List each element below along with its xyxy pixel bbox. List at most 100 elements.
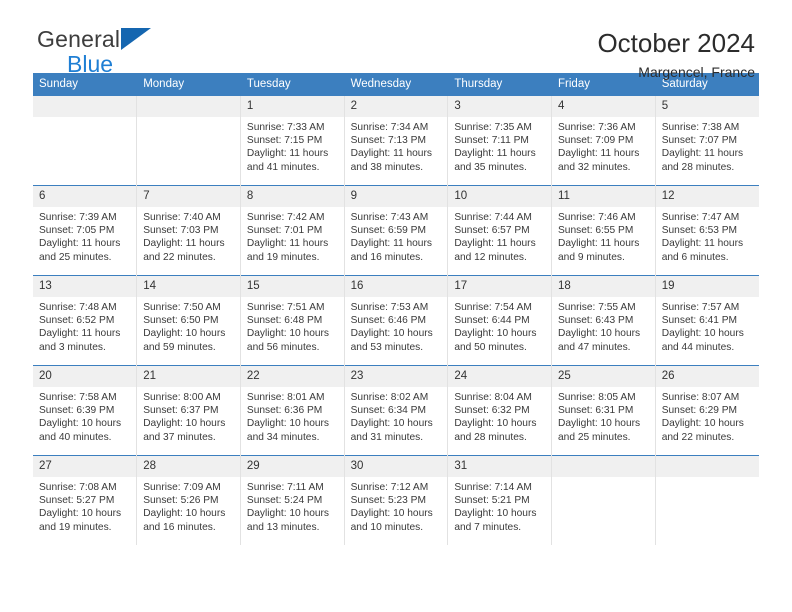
sunset-text: Sunset: 7:15 PM bbox=[246, 135, 323, 147]
daylight-text: Daylight: 11 hours and 19 minutes. bbox=[246, 238, 329, 263]
sunset-text: Sunset: 6:39 PM bbox=[39, 405, 115, 417]
sunset-text: Sunset: 6:50 PM bbox=[143, 315, 219, 327]
calendar-day-cell[interactable]: 6 Sunrise: 7:39 AM Sunset: 7:05 PM Daylight… bbox=[33, 185, 138, 276]
day-number: 9 bbox=[344, 186, 448, 207]
daylight-text: Daylight: 10 hours and 28 minutes. bbox=[454, 418, 537, 443]
day-number: 3 bbox=[448, 96, 552, 117]
day-details: Sunrise: 7:46 AM Sunset: 6:55 PM Daylight:… bbox=[552, 207, 655, 264]
calendar-body: 1 Sunrise: 7:33 AM Sunset: 7:15 PM Daylight… bbox=[33, 96, 759, 545]
daylight-text: Daylight: 10 hours and 7 minutes. bbox=[454, 508, 537, 533]
calendar-week-row: 13 Sunrise: 7:48 AM Sunset: 6:52 PM Dayligh… bbox=[33, 275, 759, 366]
calendar-day-cell[interactable]: 1 Sunrise: 7:33 AM Sunset: 7:15 PM Daylight… bbox=[240, 96, 345, 186]
sunset-text: Sunset: 6:36 PM bbox=[246, 405, 323, 417]
calendar-day-cell[interactable]: 19 Sunrise: 7:57 AM Sunset: 6:41 PM Dayligh… bbox=[655, 275, 759, 366]
sunrise-text: Sunrise: 8:05 AM bbox=[558, 392, 636, 403]
calendar-day-cell[interactable]: 23 Sunrise: 8:02 AM Sunset: 6:34 PM Dayligh… bbox=[344, 365, 449, 456]
calendar-day-cell[interactable]: 14 Sunrise: 7:50 AM Sunset: 6:50 PM Dayligh… bbox=[136, 275, 241, 366]
sunset-text: Sunset: 6:31 PM bbox=[558, 405, 634, 417]
calendar-day-cell[interactable]: 17 Sunrise: 7:54 AM Sunset: 6:44 PM Dayligh… bbox=[447, 275, 553, 366]
sunrise-text: Sunrise: 7:58 AM bbox=[39, 392, 117, 403]
calendar-day-cell[interactable]: 16 Sunrise: 7:53 AM Sunset: 6:46 PM Dayligh… bbox=[344, 275, 449, 366]
daylight-text: Daylight: 11 hours and 6 minutes. bbox=[661, 238, 744, 263]
day-number: 13 bbox=[33, 276, 137, 297]
sunrise-text: Sunrise: 7:36 AM bbox=[558, 122, 636, 133]
sunset-text: Sunset: 6:37 PM bbox=[143, 405, 219, 417]
calendar-day-cell[interactable]: 12 Sunrise: 7:47 AM Sunset: 6:53 PM Dayligh… bbox=[655, 185, 759, 276]
calendar-day-cell[interactable]: 2 Sunrise: 7:34 AM Sunset: 7:13 PM Daylight… bbox=[344, 96, 449, 186]
weekday-header-tuesday: Tuesday bbox=[240, 73, 345, 96]
calendar-day-cell[interactable]: 3 Sunrise: 7:35 AM Sunset: 7:11 PM Daylight… bbox=[447, 96, 553, 186]
day-details: Sunrise: 7:34 AM Sunset: 7:13 PM Daylight:… bbox=[345, 117, 448, 174]
daylight-text: Daylight: 10 hours and 44 minutes. bbox=[661, 328, 744, 353]
sunrise-text: Sunrise: 7:51 AM bbox=[246, 302, 325, 313]
calendar-day-cell[interactable]: 20 Sunrise: 7:58 AM Sunset: 6:39 PM Dayligh… bbox=[33, 365, 138, 456]
day-number: 27 bbox=[33, 456, 137, 477]
calendar-page: General Blue October 2024 Margencel, Fra… bbox=[0, 0, 792, 612]
logo-word-blue: Blue bbox=[67, 51, 114, 77]
calendar-day-cell[interactable]: 29 Sunrise: 7:11 AM Sunset: 5:24 PM Dayligh… bbox=[240, 455, 345, 545]
day-number: 30 bbox=[344, 456, 448, 477]
calendar-day-cell[interactable]: 13 Sunrise: 7:48 AM Sunset: 6:52 PM Dayligh… bbox=[33, 275, 138, 366]
daylight-text: Daylight: 11 hours and 38 minutes. bbox=[350, 148, 432, 173]
daylight-text: Daylight: 10 hours and 40 minutes. bbox=[39, 418, 122, 443]
calendar-day-cell[interactable]: 27 Sunrise: 7:08 AM Sunset: 5:27 PM Dayligh… bbox=[33, 455, 138, 545]
day-details: Sunrise: 7:39 AM Sunset: 7:05 PM Daylight:… bbox=[33, 207, 136, 264]
calendar-day-cell[interactable]: 21 Sunrise: 8:00 AM Sunset: 6:37 PM Dayligh… bbox=[136, 365, 241, 456]
sunset-text: Sunset: 7:09 PM bbox=[558, 135, 634, 147]
calendar-day-cell[interactable]: 7 Sunrise: 7:40 AM Sunset: 7:03 PM Daylight… bbox=[136, 185, 241, 276]
day-details: Sunrise: 7:33 AM Sunset: 7:15 PM Daylight:… bbox=[241, 117, 344, 174]
sunset-text: Sunset: 6:53 PM bbox=[661, 225, 738, 237]
calendar-day-cell[interactable]: 18 Sunrise: 7:55 AM Sunset: 6:43 PM Dayligh… bbox=[551, 275, 656, 366]
daylight-text: Daylight: 10 hours and 13 minutes. bbox=[246, 508, 330, 533]
day-number bbox=[33, 96, 137, 117]
day-details: Sunrise: 7:40 AM Sunset: 7:03 PM Daylight:… bbox=[137, 207, 240, 264]
daylight-text: Daylight: 10 hours and 47 minutes. bbox=[558, 328, 641, 353]
day-details: Sunrise: 8:02 AM Sunset: 6:34 PM Daylight:… bbox=[345, 387, 448, 444]
calendar-day-cell[interactable]: 15 Sunrise: 7:51 AM Sunset: 6:48 PM Dayligh… bbox=[240, 275, 345, 366]
title-block: October 2024 Margencel, France bbox=[597, 28, 755, 81]
sunset-text: Sunset: 6:44 PM bbox=[454, 315, 530, 327]
calendar-day-cell[interactable]: 11 Sunrise: 7:46 AM Sunset: 6:55 PM Dayligh… bbox=[551, 185, 656, 276]
calendar-day-cell[interactable]: 30 Sunrise: 7:12 AM Sunset: 5:23 PM Dayligh… bbox=[344, 455, 449, 545]
daylight-text: Daylight: 10 hours and 56 minutes. bbox=[246, 328, 330, 353]
calendar-day-cell[interactable]: 10 Sunrise: 7:44 AM Sunset: 6:57 PM Dayligh… bbox=[447, 185, 553, 276]
sunrise-text: Sunrise: 8:02 AM bbox=[350, 392, 429, 403]
calendar-day-cell-empty bbox=[136, 96, 241, 186]
calendar-day-cell-empty bbox=[655, 455, 759, 545]
sunset-text: Sunset: 6:52 PM bbox=[39, 315, 115, 327]
page-subtitle: Margencel, France bbox=[638, 64, 755, 80]
page-title: October 2024 bbox=[597, 28, 755, 58]
calendar-day-cell[interactable]: 8 Sunrise: 7:42 AM Sunset: 7:01 PM Daylight… bbox=[240, 185, 345, 276]
calendar-day-cell[interactable]: 26 Sunrise: 8:07 AM Sunset: 6:29 PM Dayligh… bbox=[655, 365, 759, 456]
calendar-table: Sunday Monday Tuesday Wednesday Thursday… bbox=[33, 73, 759, 545]
day-number: 10 bbox=[448, 186, 552, 207]
sunset-text: Sunset: 5:26 PM bbox=[143, 495, 219, 507]
sunrise-text: Sunrise: 7:38 AM bbox=[661, 122, 740, 133]
weekday-header-monday: Monday bbox=[136, 73, 241, 96]
calendar-day-cell[interactable]: 25 Sunrise: 8:05 AM Sunset: 6:31 PM Dayligh… bbox=[551, 365, 656, 456]
calendar-day-cell[interactable]: 31 Sunrise: 7:14 AM Sunset: 5:21 PM Dayligh… bbox=[447, 455, 553, 545]
sunset-text: Sunset: 5:27 PM bbox=[39, 495, 115, 507]
sunrise-text: Sunrise: 7:50 AM bbox=[143, 302, 221, 313]
day-details: Sunrise: 7:57 AM Sunset: 6:41 PM Daylight:… bbox=[656, 297, 759, 354]
day-details: Sunrise: 8:01 AM Sunset: 6:36 PM Daylight:… bbox=[241, 387, 344, 444]
logo-word-general: General bbox=[37, 26, 121, 52]
calendar-day-cell[interactable]: 9 Sunrise: 7:43 AM Sunset: 6:59 PM Daylight… bbox=[344, 185, 449, 276]
daylight-text: Daylight: 11 hours and 3 minutes. bbox=[39, 328, 121, 353]
day-details: Sunrise: 7:55 AM Sunset: 6:43 PM Daylight:… bbox=[552, 297, 655, 354]
daylight-text: Daylight: 11 hours and 41 minutes. bbox=[246, 148, 329, 173]
day-number bbox=[655, 456, 759, 477]
calendar-day-cell[interactable]: 28 Sunrise: 7:09 AM Sunset: 5:26 PM Dayligh… bbox=[136, 455, 241, 545]
day-number: 12 bbox=[655, 186, 759, 207]
sunrise-text: Sunrise: 7:47 AM bbox=[661, 212, 740, 223]
daylight-text: Daylight: 10 hours and 10 minutes. bbox=[350, 508, 433, 533]
calendar-day-cell[interactable]: 4 Sunrise: 7:36 AM Sunset: 7:09 PM Daylight… bbox=[551, 96, 656, 186]
daylight-text: Daylight: 11 hours and 25 minutes. bbox=[39, 238, 121, 263]
day-details: Sunrise: 7:58 AM Sunset: 6:39 PM Daylight:… bbox=[33, 387, 136, 444]
calendar-day-cell[interactable]: 5 Sunrise: 7:38 AM Sunset: 7:07 PM Daylight… bbox=[655, 96, 759, 186]
calendar-day-cell[interactable]: 24 Sunrise: 8:04 AM Sunset: 6:32 PM Dayligh… bbox=[447, 365, 553, 456]
sunrise-text: Sunrise: 7:39 AM bbox=[39, 212, 117, 223]
sunrise-text: Sunrise: 7:35 AM bbox=[454, 122, 532, 133]
sunrise-text: Sunrise: 8:07 AM bbox=[661, 392, 740, 403]
calendar-day-cell[interactable]: 22 Sunrise: 8:01 AM Sunset: 6:36 PM Dayligh… bbox=[240, 365, 345, 456]
